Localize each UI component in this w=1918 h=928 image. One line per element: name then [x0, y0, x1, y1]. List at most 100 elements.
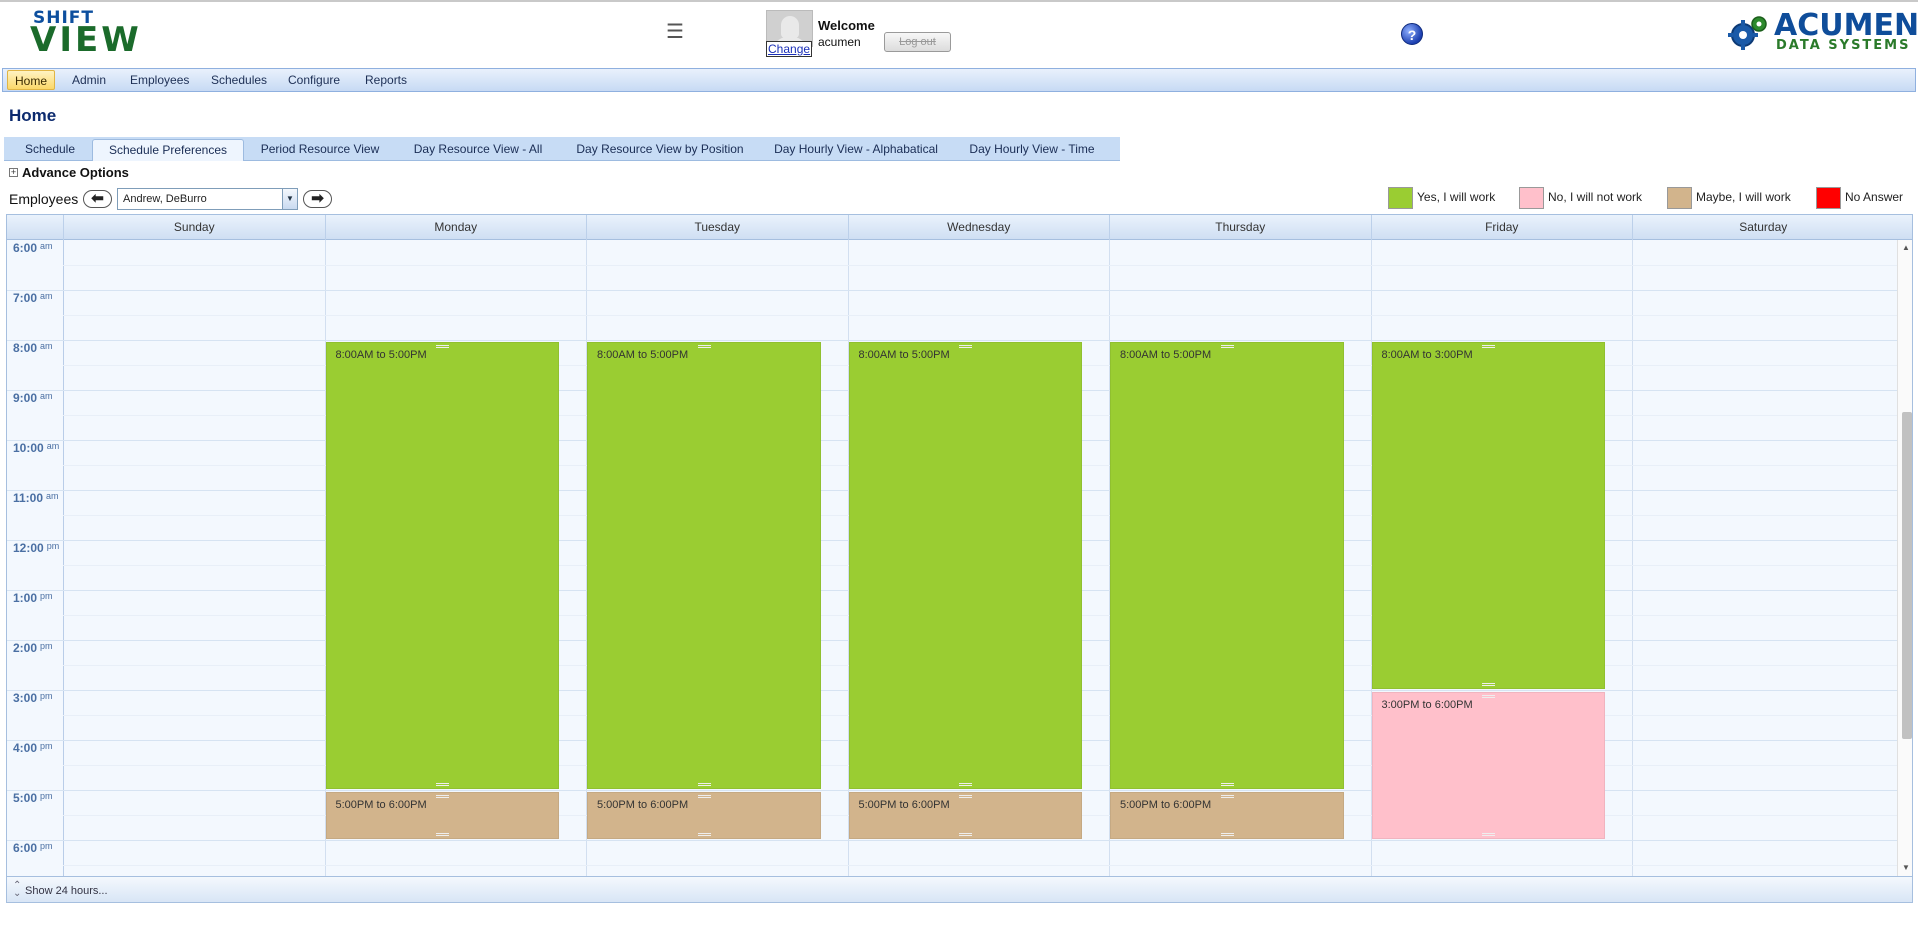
main-nav-bar: Home Admin Employees Schedules Configure… — [2, 68, 1916, 92]
resize-handle-top[interactable] — [1482, 695, 1496, 698]
show-24-hours-link[interactable]: Show 24 hours... — [25, 885, 108, 897]
preference-block-maybe[interactable]: 5:00PM to 6:00PM — [848, 792, 1082, 839]
tab-day-hourly-view-time[interactable]: Day Hourly View - Time — [957, 139, 1107, 161]
day-column-divider — [1632, 240, 1633, 876]
view-tabs: Schedule Schedule Preferences Period Res… — [4, 137, 1120, 161]
preference-block-no[interactable]: 3:00PM to 6:00PM — [1371, 692, 1605, 839]
employees-label: Employees — [9, 191, 79, 207]
resize-handle-top[interactable] — [1220, 345, 1234, 348]
preference-time-label: 8:00AM to 5:00PM — [597, 349, 689, 361]
preference-time-label: 8:00AM to 5:00PM — [1120, 349, 1212, 361]
scroll-down-icon[interactable]: ▼ — [1898, 860, 1912, 876]
employee-select[interactable]: Andrew, DeBurro ▼ — [117, 188, 298, 210]
preference-block-yes[interactable]: 8:00AM to 5:00PM — [1110, 342, 1344, 789]
nav-admin[interactable]: Admin — [65, 70, 113, 90]
preference-block-maybe[interactable]: 5:00PM to 6:00PM — [587, 792, 821, 839]
change-avatar-link[interactable]: Change — [766, 41, 813, 57]
resize-handle-top[interactable] — [697, 345, 711, 348]
resize-handle-bottom[interactable] — [697, 783, 711, 786]
resize-handle-top[interactable] — [1482, 345, 1496, 348]
logout-button[interactable]: Log out — [884, 32, 951, 52]
time-slot-label: 3:00 pm — [13, 691, 53, 705]
legend-label-no-answer: No Answer — [1845, 190, 1904, 204]
help-icon[interactable]: ? — [1401, 23, 1423, 45]
day-header-tuesday: Tuesday — [586, 215, 848, 240]
tab-day-resource-view-by-position[interactable]: Day Resource View by Position — [565, 139, 755, 161]
time-slot-label: 11:00 am — [13, 491, 59, 505]
preference-block-yes[interactable]: 8:00AM to 5:00PM — [325, 342, 559, 789]
preference-block-yes[interactable]: 8:00AM to 3:00PM — [1371, 342, 1605, 689]
tab-period-resource-view[interactable]: Period Resource View — [249, 139, 391, 161]
scrollbar-thumb[interactable] — [1902, 412, 1912, 739]
resize-handle-bottom[interactable] — [1482, 683, 1496, 686]
half-hour-gridline — [63, 265, 1897, 266]
nav-reports[interactable]: Reports — [358, 70, 414, 90]
preference-block-yes[interactable]: 8:00AM to 5:00PM — [587, 342, 821, 789]
resize-handle-top[interactable] — [959, 795, 973, 798]
resize-handle-top[interactable] — [1220, 795, 1234, 798]
hamburger-menu-icon[interactable]: ☰ — [666, 22, 684, 42]
left-arrow-icon: ⬅ — [91, 190, 104, 207]
time-meridiem: am — [40, 391, 53, 401]
half-hour-gridline — [63, 865, 1897, 866]
resize-handle-bottom[interactable] — [436, 833, 450, 836]
tab-day-resource-view-all[interactable]: Day Resource View - All — [402, 139, 554, 161]
resize-handle-bottom[interactable] — [1220, 783, 1234, 786]
previous-employee-button[interactable]: ⬅ — [83, 190, 112, 208]
expand-hours-icon[interactable]: ⌃ ⌄ — [13, 881, 21, 899]
preference-time-label: 8:00AM to 5:00PM — [858, 349, 950, 361]
resize-handle-top[interactable] — [959, 345, 973, 348]
tab-schedule[interactable]: Schedule — [10, 139, 90, 161]
time-meridiem: pm — [40, 791, 53, 801]
time-slot-label: 9:00 am — [13, 391, 53, 405]
hour-gridline — [7, 340, 1897, 341]
preference-block-yes[interactable]: 8:00AM to 5:00PM — [848, 342, 1082, 789]
nav-schedules[interactable]: Schedules — [204, 70, 274, 90]
tab-schedule-preferences[interactable]: Schedule Preferences — [92, 139, 244, 161]
nav-employees[interactable]: Employees — [123, 70, 196, 90]
legend-label-yes: Yes, I will work — [1417, 190, 1496, 204]
day-header-friday: Friday — [1370, 215, 1633, 240]
resize-handle-bottom[interactable] — [1482, 833, 1496, 836]
time-meridiem: pm — [40, 691, 53, 701]
calendar-scrollbar[interactable]: ▲ ▼ — [1897, 240, 1912, 876]
preference-time-label: 8:00AM to 5:00PM — [335, 349, 427, 361]
legend-swatch-no — [1519, 187, 1544, 209]
time-slot-label: 4:00 pm — [13, 741, 53, 755]
time-meridiem: pm — [40, 591, 53, 601]
preference-block-maybe[interactable]: 5:00PM to 6:00PM — [325, 792, 559, 839]
next-employee-button[interactable]: ➡ — [303, 190, 332, 208]
employee-select-value: Andrew, DeBurro — [123, 193, 207, 205]
calendar-day-header: Sunday Monday Tuesday Wednesday Thursday Frid… — [7, 215, 1912, 240]
hour-gridline — [7, 790, 1897, 791]
time-meridiem: am — [46, 491, 59, 501]
resize-handle-bottom[interactable] — [959, 833, 973, 836]
nav-home[interactable]: Home — [7, 70, 56, 90]
day-header-thursday: Thursday — [1109, 215, 1371, 240]
nav-configure[interactable]: Configure — [281, 70, 347, 90]
time-meridiem: am — [40, 341, 53, 351]
shiftview-logo-bottom: VIEW — [30, 20, 142, 60]
advance-options-label[interactable]: Advance Options — [22, 165, 129, 180]
preference-block-maybe[interactable]: 5:00PM to 6:00PM — [1110, 792, 1344, 839]
resize-handle-bottom[interactable] — [959, 783, 973, 786]
tab-day-hourly-view-alphabatical[interactable]: Day Hourly View - Alphabatical — [766, 139, 946, 161]
hour-gridline — [7, 840, 1897, 841]
resize-handle-bottom[interactable] — [697, 833, 711, 836]
resize-handle-top[interactable] — [697, 795, 711, 798]
half-hour-gridline — [63, 315, 1897, 316]
resize-handle-top[interactable] — [436, 795, 450, 798]
resize-handle-bottom[interactable] — [1220, 833, 1234, 836]
avatar-head-shape — [781, 16, 799, 38]
resize-handle-bottom[interactable] — [436, 783, 450, 786]
time-meridiem: am — [46, 441, 60, 451]
scroll-up-icon[interactable]: ▲ — [1898, 240, 1912, 256]
time-slot-label: 12:00 pm — [13, 541, 60, 555]
calendar-body[interactable]: 6:00 am 7:00 am 8:00 am 9:00 am 10:00 am 11:00 am 12… — [7, 240, 1897, 876]
chevron-down-icon[interactable]: ▼ — [282, 189, 297, 209]
time-meridiem: am — [40, 241, 53, 251]
advance-options-expand-icon[interactable]: + — [9, 168, 18, 177]
time-slot-label: 2:00 pm — [13, 641, 53, 655]
welcome-username: acumen — [818, 35, 861, 49]
resize-handle-top[interactable] — [436, 345, 450, 348]
